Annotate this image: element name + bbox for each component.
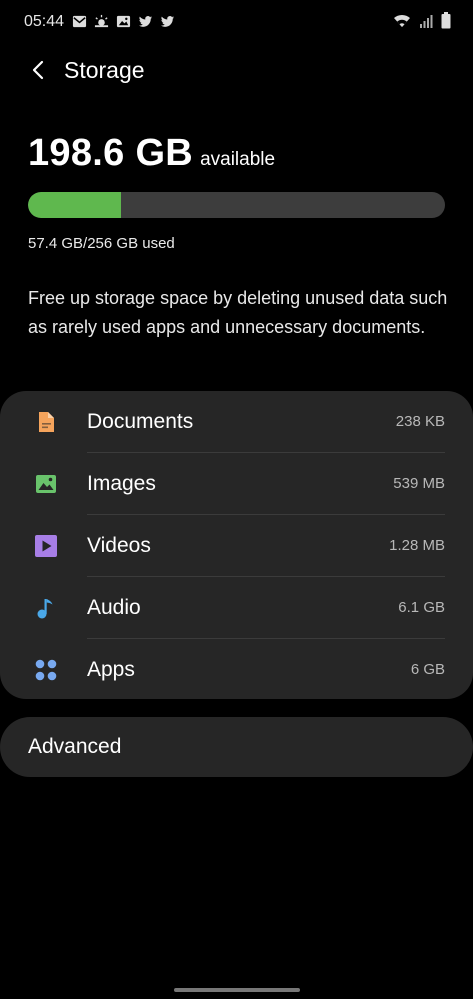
battery-icon bbox=[441, 12, 451, 29]
page-title: Storage bbox=[64, 57, 145, 83]
category-label: Documents bbox=[87, 410, 194, 433]
twitter-icon bbox=[160, 14, 175, 29]
category-row-apps[interactable]: Apps 6 GB bbox=[0, 639, 473, 701]
twitter-icon bbox=[138, 14, 153, 29]
app-header: Storage bbox=[0, 48, 473, 92]
storage-description: Free up storage space by deleting unused… bbox=[28, 288, 448, 337]
music-note-icon bbox=[37, 599, 53, 619]
category-row-documents[interactable]: Documents 238 KB bbox=[0, 391, 473, 453]
gallery-icon bbox=[116, 14, 131, 29]
back-button[interactable] bbox=[22, 54, 54, 86]
mail-icon bbox=[72, 14, 87, 29]
storage-usage-fill bbox=[28, 192, 122, 218]
advanced-label: Advanced bbox=[28, 735, 122, 758]
wifi-icon bbox=[393, 13, 411, 29]
category-label: Videos bbox=[87, 534, 151, 557]
apps-grid-icon bbox=[35, 659, 57, 681]
signal-icon bbox=[419, 13, 433, 29]
used-text: 57.4 GB/256 GB used bbox=[28, 235, 175, 252]
category-row-images[interactable]: Images 539 MB bbox=[0, 453, 473, 515]
category-size: 1.28 MB bbox=[389, 537, 445, 554]
category-size: 6.1 GB bbox=[398, 599, 445, 616]
video-icon bbox=[35, 535, 57, 557]
status-time: 05:44 bbox=[24, 13, 65, 30]
storage-available: 198.6 GB available bbox=[28, 132, 275, 175]
category-size: 238 KB bbox=[395, 413, 445, 430]
available-label: available bbox=[200, 149, 276, 170]
category-row-audio[interactable]: Audio 6.1 GB bbox=[0, 577, 473, 639]
category-row-videos[interactable]: Videos 1.28 MB bbox=[0, 515, 473, 577]
advanced-button[interactable]: Advanced bbox=[0, 717, 473, 777]
storage-categories-card: Documents 238 KB Images 539 MB Videos 1.… bbox=[0, 391, 473, 699]
chevron-left-icon bbox=[32, 60, 44, 80]
category-size: 539 MB bbox=[393, 475, 445, 492]
weather-icon bbox=[94, 14, 109, 29]
available-amount: 198.6 GB bbox=[28, 132, 194, 174]
document-icon bbox=[39, 412, 54, 432]
image-icon bbox=[36, 475, 56, 493]
category-label: Apps bbox=[87, 658, 135, 681]
status-bar: 05:44 bbox=[0, 0, 473, 44]
notification-icons bbox=[72, 14, 175, 29]
home-indicator[interactable] bbox=[174, 988, 300, 992]
system-icons bbox=[393, 12, 451, 29]
category-label: Images bbox=[87, 472, 156, 495]
category-size: 6 GB bbox=[410, 661, 445, 678]
storage-usage-bar bbox=[28, 192, 445, 218]
category-label: Audio bbox=[87, 596, 141, 619]
